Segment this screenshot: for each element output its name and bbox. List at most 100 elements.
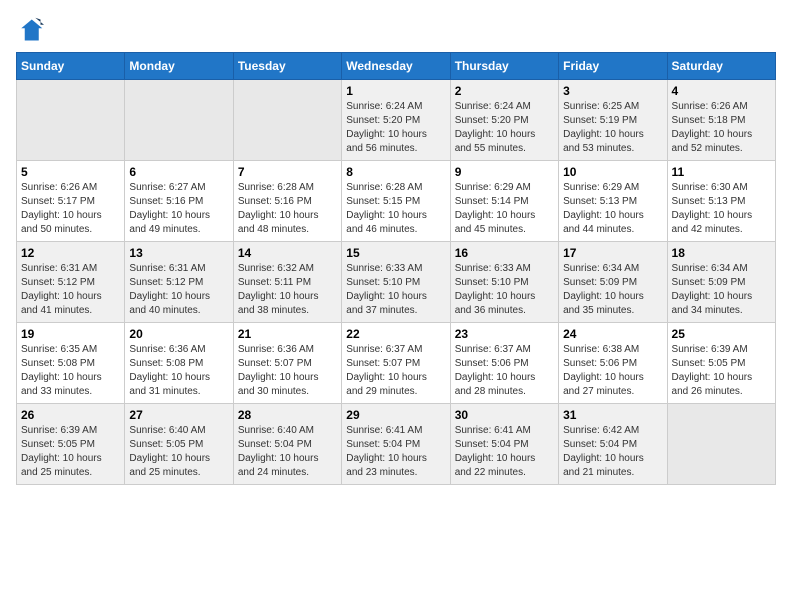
day-info: Sunrise: 6:40 AM Sunset: 5:05 PM Dayligh… (129, 424, 228, 480)
day-info: Sunrise: 6:26 AM Sunset: 5:17 PM Dayligh… (21, 181, 120, 237)
day-info: Sunrise: 6:31 AM Sunset: 5:12 PM Dayligh… (21, 262, 120, 318)
day-number: 8 (346, 165, 445, 179)
day-info: Sunrise: 6:39 AM Sunset: 5:05 PM Dayligh… (672, 343, 771, 399)
calendar-cell: 27 Sunrise: 6:40 AM Sunset: 5:05 PM Dayli… (125, 404, 233, 485)
day-info: Sunrise: 6:41 AM Sunset: 5:04 PM Dayligh… (455, 424, 554, 480)
day-number: 31 (563, 408, 662, 422)
day-info: Sunrise: 6:39 AM Sunset: 5:05 PM Dayligh… (21, 424, 120, 480)
calendar-cell (17, 80, 125, 161)
day-number: 19 (21, 327, 120, 341)
day-number: 1 (346, 84, 445, 98)
calendar-cell: 28 Sunrise: 6:40 AM Sunset: 5:04 PM Dayli… (233, 404, 341, 485)
day-header-saturday: Saturday (667, 53, 775, 80)
day-number: 14 (238, 246, 337, 260)
day-info: Sunrise: 6:28 AM Sunset: 5:15 PM Dayligh… (346, 181, 445, 237)
calendar-cell: 6Sunrise: 6:27 AM Sunset: 5:16 PM Daylig… (125, 161, 233, 242)
day-number: 28 (238, 408, 337, 422)
calendar-cell: 26 Sunrise: 6:39 AM Sunset: 5:05 PM Dayli… (17, 404, 125, 485)
day-info: Sunrise: 6:36 AM Sunset: 5:07 PM Dayligh… (238, 343, 337, 399)
calendar-header-row: SundayMondayTuesdayWednesdayThursdayFrid… (17, 53, 776, 80)
day-number: 27 (129, 408, 228, 422)
day-number: 10 (563, 165, 662, 179)
calendar-cell: 17Sunrise: 6:34 AM Sunset: 5:09 PM Dayli… (559, 242, 667, 323)
day-info: Sunrise: 6:24 AM Sunset: 5:20 PM Dayligh… (346, 100, 445, 156)
day-header-friday: Friday (559, 53, 667, 80)
day-header-tuesday: Tuesday (233, 53, 341, 80)
calendar-cell: 29 Sunrise: 6:41 AM Sunset: 5:04 PM Dayli… (342, 404, 450, 485)
page-header (16, 16, 776, 44)
day-info: Sunrise: 6:30 AM Sunset: 5:13 PM Dayligh… (672, 181, 771, 237)
day-number: 12 (21, 246, 120, 260)
day-number: 26 (21, 408, 120, 422)
calendar-cell: 23 Sunrise: 6:37 AM Sunset: 5:06 PM Dayli… (450, 323, 558, 404)
calendar-week-row: 5Sunrise: 6:26 AM Sunset: 5:17 PM Daylig… (17, 161, 776, 242)
calendar-cell: 22 Sunrise: 6:37 AM Sunset: 5:07 PM Dayli… (342, 323, 450, 404)
calendar-cell (125, 80, 233, 161)
day-info: Sunrise: 6:40 AM Sunset: 5:04 PM Dayligh… (238, 424, 337, 480)
day-number: 13 (129, 246, 228, 260)
day-number: 23 (455, 327, 554, 341)
calendar-table: SundayMondayTuesdayWednesdayThursdayFrid… (16, 52, 776, 485)
calendar-cell: 2Sunrise: 6:24 AM Sunset: 5:20 PM Daylig… (450, 80, 558, 161)
calendar-cell: 3 Sunrise: 6:25 AM Sunset: 5:19 PM Daylig… (559, 80, 667, 161)
calendar-cell: 18Sunrise: 6:34 AM Sunset: 5:09 PM Dayli… (667, 242, 775, 323)
calendar-cell: 21 Sunrise: 6:36 AM Sunset: 5:07 PM Dayli… (233, 323, 341, 404)
calendar-week-row: 19 Sunrise: 6:35 AM Sunset: 5:08 PM Dayli… (17, 323, 776, 404)
day-number: 6 (129, 165, 228, 179)
calendar-cell: 31 Sunrise: 6:42 AM Sunset: 5:04 PM Dayli… (559, 404, 667, 485)
day-info: Sunrise: 6:36 AM Sunset: 5:08 PM Dayligh… (129, 343, 228, 399)
day-number: 18 (672, 246, 771, 260)
day-number: 11 (672, 165, 771, 179)
calendar-cell (667, 404, 775, 485)
day-header-monday: Monday (125, 53, 233, 80)
day-header-wednesday: Wednesday (342, 53, 450, 80)
day-number: 22 (346, 327, 445, 341)
day-info: Sunrise: 6:28 AM Sunset: 5:16 PM Dayligh… (238, 181, 337, 237)
calendar-cell: 4 Sunrise: 6:26 AM Sunset: 5:18 PM Daylig… (667, 80, 775, 161)
day-number: 9 (455, 165, 554, 179)
day-info: Sunrise: 6:37 AM Sunset: 5:06 PM Dayligh… (455, 343, 554, 399)
day-info: Sunrise: 6:33 AM Sunset: 5:10 PM Dayligh… (346, 262, 445, 318)
day-number: 7 (238, 165, 337, 179)
day-number: 20 (129, 327, 228, 341)
day-info: Sunrise: 6:35 AM Sunset: 5:08 PM Dayligh… (21, 343, 120, 399)
day-number: 2 (455, 84, 554, 98)
calendar-cell: 15 Sunrise: 6:33 AM Sunset: 5:10 PM Dayli… (342, 242, 450, 323)
logo (16, 16, 48, 44)
calendar-cell: 12 Sunrise: 6:31 AM Sunset: 5:12 PM Dayli… (17, 242, 125, 323)
day-info: Sunrise: 6:37 AM Sunset: 5:07 PM Dayligh… (346, 343, 445, 399)
day-info: Sunrise: 6:29 AM Sunset: 5:14 PM Dayligh… (455, 181, 554, 237)
day-number: 29 (346, 408, 445, 422)
calendar-cell: 24 Sunrise: 6:38 AM Sunset: 5:06 PM Dayli… (559, 323, 667, 404)
day-info: Sunrise: 6:32 AM Sunset: 5:11 PM Dayligh… (238, 262, 337, 318)
day-number: 25 (672, 327, 771, 341)
day-info: Sunrise: 6:34 AM Sunset: 5:09 PM Dayligh… (563, 262, 662, 318)
calendar-cell: 10 Sunrise: 6:29 AM Sunset: 5:13 PM Dayli… (559, 161, 667, 242)
day-info: Sunrise: 6:31 AM Sunset: 5:12 PM Dayligh… (129, 262, 228, 318)
day-number: 24 (563, 327, 662, 341)
day-number: 15 (346, 246, 445, 260)
calendar-cell: 16 Sunrise: 6:33 AM Sunset: 5:10 PM Dayli… (450, 242, 558, 323)
day-header-thursday: Thursday (450, 53, 558, 80)
day-info: Sunrise: 6:26 AM Sunset: 5:18 PM Dayligh… (672, 100, 771, 156)
day-info: Sunrise: 6:41 AM Sunset: 5:04 PM Dayligh… (346, 424, 445, 480)
calendar-cell: 20 Sunrise: 6:36 AM Sunset: 5:08 PM Dayli… (125, 323, 233, 404)
day-number: 21 (238, 327, 337, 341)
calendar-week-row: 1 Sunrise: 6:24 AM Sunset: 5:20 PM Daylig… (17, 80, 776, 161)
day-info: Sunrise: 6:25 AM Sunset: 5:19 PM Dayligh… (563, 100, 662, 156)
day-info: Sunrise: 6:38 AM Sunset: 5:06 PM Dayligh… (563, 343, 662, 399)
day-number: 4 (672, 84, 771, 98)
calendar-cell: 1 Sunrise: 6:24 AM Sunset: 5:20 PM Daylig… (342, 80, 450, 161)
calendar-cell: 30 Sunrise: 6:41 AM Sunset: 5:04 PM Dayli… (450, 404, 558, 485)
day-number: 30 (455, 408, 554, 422)
day-info: Sunrise: 6:29 AM Sunset: 5:13 PM Dayligh… (563, 181, 662, 237)
calendar-week-row: 26 Sunrise: 6:39 AM Sunset: 5:05 PM Dayli… (17, 404, 776, 485)
calendar-cell: 7 Sunrise: 6:28 AM Sunset: 5:16 PM Daylig… (233, 161, 341, 242)
calendar-cell: 25 Sunrise: 6:39 AM Sunset: 5:05 PM Dayli… (667, 323, 775, 404)
day-info: Sunrise: 6:42 AM Sunset: 5:04 PM Dayligh… (563, 424, 662, 480)
day-number: 3 (563, 84, 662, 98)
day-number: 16 (455, 246, 554, 260)
calendar-week-row: 12 Sunrise: 6:31 AM Sunset: 5:12 PM Dayli… (17, 242, 776, 323)
day-info: Sunrise: 6:33 AM Sunset: 5:10 PM Dayligh… (455, 262, 554, 318)
calendar-cell: 9 Sunrise: 6:29 AM Sunset: 5:14 PM Daylig… (450, 161, 558, 242)
